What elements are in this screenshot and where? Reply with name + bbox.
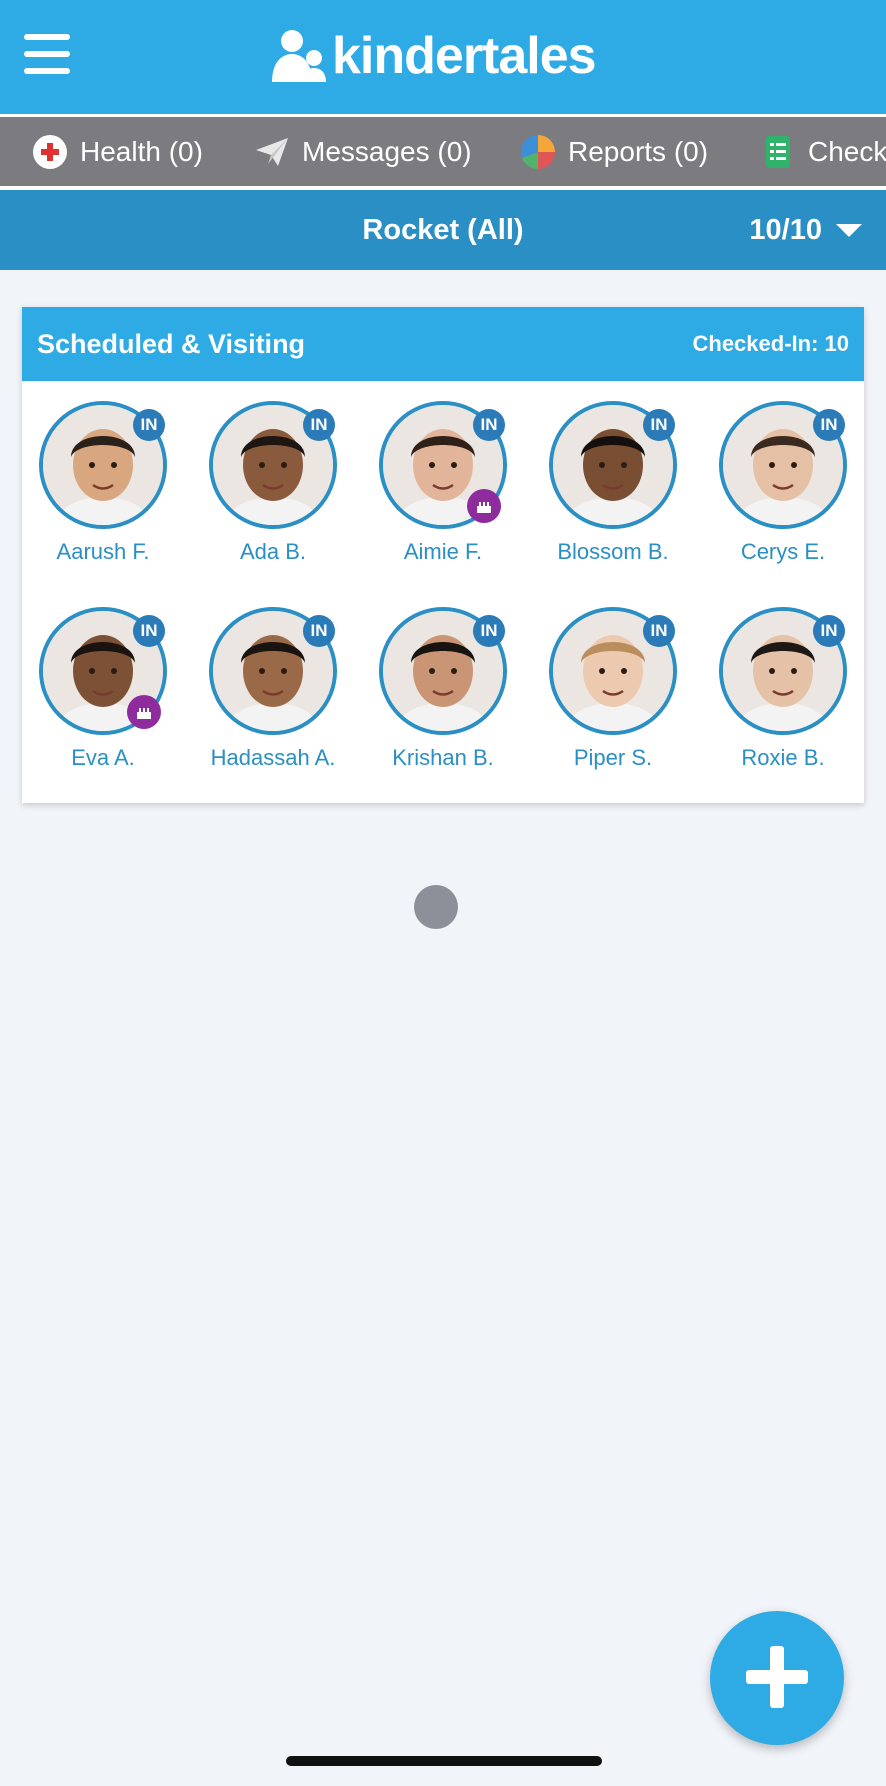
paper-plane-icon	[256, 137, 288, 166]
classroom-selector[interactable]: 10/10	[749, 190, 862, 270]
checked-in-badge: IN	[813, 615, 845, 647]
child-name: Roxie B.	[741, 745, 825, 770]
child-avatar: IN	[39, 607, 167, 735]
child-avatar: IN	[719, 607, 847, 735]
child-name: Aimie F.	[403, 539, 483, 564]
child-tile[interactable]: IN Blossom B.	[533, 401, 693, 565]
nav-health[interactable]: Health (0)	[32, 117, 203, 186]
child-name: Piper S.	[573, 745, 653, 770]
chevron-down-icon	[836, 223, 862, 237]
nav-reports[interactable]: Reports (0)	[520, 117, 708, 186]
child-avatar: IN	[39, 401, 167, 529]
child-tile[interactable]: IN Cerys E.	[703, 401, 863, 565]
home-indicator[interactable]	[286, 1756, 602, 1766]
kindertales-logo-icon	[272, 30, 326, 82]
nav-messages-label: Messages (0)	[302, 135, 472, 167]
classroom-bar: Rocket (All) 10/10	[0, 190, 886, 270]
child-name: Krishan B.	[392, 745, 494, 770]
child-tile[interactable]: IN Aimie F.	[363, 401, 523, 565]
child-tile[interactable]: IN Roxie B.	[703, 607, 863, 771]
quick-nav-bar: Health (0) Messages (0) Reports (0) Chec…	[0, 117, 886, 186]
app-header: kindertales	[0, 0, 886, 114]
card-header: Scheduled & Visiting Checked-In: 10	[22, 307, 864, 381]
child-name: Hadassah A.	[210, 745, 336, 770]
checked-in-count: Checked-In: 10	[692, 331, 850, 356]
checked-in-badge: IN	[133, 409, 165, 441]
child-avatar: IN	[209, 401, 337, 529]
nav-reports-label: Reports (0)	[568, 135, 709, 167]
logo-text: kindertales	[332, 27, 597, 85]
scheduled-visiting-card: Scheduled & Visiting Checked-In: 10 IN Aa…	[22, 307, 864, 803]
child-name: Blossom B.	[557, 539, 669, 564]
pie-chart-icon	[520, 134, 555, 169]
classroom-count: 10/10	[749, 213, 822, 246]
child-tile[interactable]: IN Eva A.	[23, 607, 183, 771]
loading-indicator	[414, 885, 458, 929]
checked-in-badge: IN	[643, 409, 675, 441]
child-name: Aarush F.	[56, 539, 150, 564]
nav-checklist[interactable]: Checkl	[760, 117, 886, 186]
child-avatar: IN	[549, 607, 677, 735]
checked-in-badge: IN	[473, 615, 505, 647]
card-title: Scheduled & Visiting	[37, 329, 306, 359]
checked-in-badge: IN	[303, 409, 335, 441]
health-cross-icon	[33, 134, 67, 169]
child-name: Eva A.	[71, 745, 135, 770]
checked-in-badge: IN	[813, 409, 845, 441]
child-avatar: IN	[379, 607, 507, 735]
nav-checklist-label: Checkl	[808, 135, 886, 167]
child-name: Ada B.	[239, 539, 307, 564]
checked-in-badge: IN	[303, 615, 335, 647]
child-tile[interactable]: IN Hadassah A.	[193, 607, 353, 771]
nav-messages[interactable]: Messages (0)	[254, 117, 472, 186]
birthday-cake-icon	[127, 695, 161, 729]
checked-in-badge: IN	[643, 615, 675, 647]
child-tile[interactable]: IN Piper S.	[533, 607, 693, 771]
add-button[interactable]	[710, 1611, 844, 1745]
birthday-cake-icon	[467, 489, 501, 523]
child-tile[interactable]: IN Krishan B.	[363, 607, 523, 771]
checklist-icon	[766, 135, 790, 168]
child-avatar: IN	[209, 607, 337, 735]
app-logo: kindertales	[270, 26, 597, 86]
child-name: Cerys E.	[740, 539, 826, 564]
checked-in-badge: IN	[133, 615, 165, 647]
checked-in-badge: IN	[473, 409, 505, 441]
menu-icon[interactable]	[24, 34, 70, 76]
nav-health-label: Health (0)	[80, 135, 203, 167]
child-tile[interactable]: IN Aarush F.	[23, 401, 183, 565]
child-avatar: IN	[549, 401, 677, 529]
child-avatar: IN	[379, 401, 507, 529]
child-avatar: IN	[719, 401, 847, 529]
child-tile[interactable]: IN Ada B.	[193, 401, 353, 565]
